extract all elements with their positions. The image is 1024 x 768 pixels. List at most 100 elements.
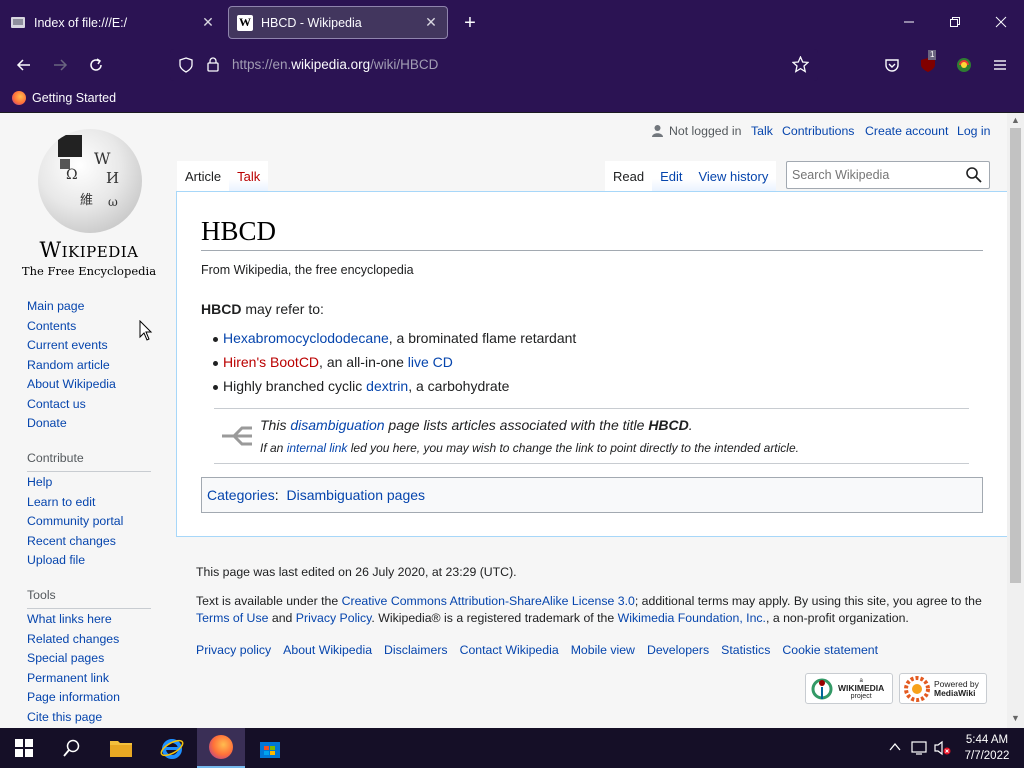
start-button[interactable] (0, 728, 48, 768)
search-icon[interactable] (965, 166, 983, 184)
tab-wikipedia[interactable]: W HBCD - Wikipedia ✕ (228, 6, 448, 39)
nav-permanent-link[interactable]: Permanent link (27, 669, 120, 689)
disambiguation-pages-link[interactable]: Disambiguation pages (286, 487, 425, 503)
minimize-icon[interactable] (894, 8, 924, 36)
footer-about[interactable]: About Wikipedia (283, 643, 372, 657)
disambiguation-list: Hexabromocyclododecane, a brominated fla… (213, 326, 576, 398)
disambiguation-text: This disambiguation page lists articles … (260, 417, 693, 433)
page-scrollbar[interactable]: ▲ ▼ (1007, 113, 1024, 728)
store-taskbar-button[interactable] (246, 728, 294, 768)
nav-recent-changes[interactable]: Recent changes (27, 532, 123, 552)
nav-help[interactable]: Help (27, 473, 123, 493)
url-bar[interactable]: https://en.wikipedia.org/wiki/HBCD (170, 49, 818, 81)
lead-paragraph: HBCD may refer to: (201, 301, 324, 317)
nav-contact-us[interactable]: Contact us (27, 395, 116, 415)
terms-of-use-link[interactable]: Terms of Use (196, 611, 268, 625)
ublock-extension-icon[interactable]: 1 (916, 50, 940, 77)
wikimedia-project-badge[interactable]: a WIKIMEDIA project (805, 673, 893, 704)
scroll-down-icon[interactable]: ▼ (1010, 713, 1021, 725)
footer-mobile-view[interactable]: Mobile view (571, 643, 635, 657)
clock-date: 7/7/2022 (964, 750, 1010, 762)
tab-file-index[interactable]: Index of file:///E:/ ✕ (2, 6, 224, 39)
search-box (786, 161, 990, 189)
restore-icon[interactable] (940, 8, 970, 36)
nav-community-portal[interactable]: Community portal (27, 512, 123, 532)
nav-random-article[interactable]: Random article (27, 356, 116, 376)
url-text[interactable]: https://en.wikipedia.org/wiki/HBCD (232, 57, 438, 72)
nav-upload-file[interactable]: Upload file (27, 551, 123, 571)
pocket-icon[interactable] (880, 53, 904, 77)
nav-main-page[interactable]: Main page (27, 297, 116, 317)
nav-learn-to-edit[interactable]: Learn to edit (27, 493, 123, 513)
footer-contact[interactable]: Contact Wikipedia (460, 643, 559, 657)
firefox-taskbar-button[interactable] (197, 728, 245, 768)
file-explorer-button[interactable] (97, 728, 145, 768)
back-icon[interactable] (12, 53, 36, 77)
tab-article[interactable]: Article (177, 161, 230, 191)
forward-icon[interactable] (48, 53, 72, 77)
scroll-up-icon[interactable]: ▲ (1010, 115, 1021, 127)
new-tab-icon[interactable]: + (458, 11, 482, 35)
shield-icon[interactable] (178, 57, 194, 78)
reload-icon[interactable] (84, 53, 108, 77)
close-tab-icon[interactable]: ✕ (419, 11, 443, 35)
create-account-link[interactable]: Create account (865, 124, 948, 138)
network-icon[interactable] (910, 740, 928, 759)
footer-developers[interactable]: Developers (647, 643, 709, 657)
tab-view-history[interactable]: View history (690, 161, 777, 191)
internet-explorer-icon (160, 739, 184, 759)
close-tab-icon[interactable]: ✕ (196, 11, 220, 35)
hexabromocyclododecane-link[interactable]: Hexabromocyclododecane (223, 330, 389, 346)
wikimedia-foundation-link[interactable]: Wikimedia Foundation, Inc. (618, 611, 766, 625)
nav-what-links-here[interactable]: What links here (27, 610, 120, 630)
lock-icon[interactable] (206, 56, 220, 77)
nav-about-wikipedia[interactable]: About Wikipedia (27, 375, 116, 395)
tab-talk[interactable]: Talk (229, 161, 269, 191)
system-clock[interactable]: 5:44 AM 7/7/2022 (958, 732, 1016, 764)
nav-related-changes[interactable]: Related changes (27, 630, 120, 650)
bookmark-star-icon[interactable] (791, 55, 810, 78)
nav-cite-this-page[interactable]: Cite this page (27, 708, 120, 728)
dextrin-link[interactable]: dextrin (366, 378, 408, 394)
talk-link[interactable]: Talk (751, 124, 773, 138)
footer-cookie-statement[interactable]: Cookie statement (782, 643, 878, 657)
categories-link[interactable]: Categories (207, 487, 275, 503)
license-link[interactable]: Creative Commons Attribution-ShareAlike … (342, 594, 635, 608)
wikimedia-logo-icon (811, 678, 833, 699)
nav-current-events[interactable]: Current events (27, 336, 116, 356)
search-input[interactable] (792, 167, 962, 183)
bookmark-getting-started[interactable]: Getting Started (12, 91, 116, 105)
extension-badge: 1 (928, 50, 937, 60)
internal-link[interactable]: internal link (287, 441, 348, 455)
footer-statistics[interactable]: Statistics (721, 643, 770, 657)
volume-muted-icon[interactable] (934, 740, 952, 759)
show-hidden-icons[interactable] (888, 740, 902, 757)
footer-disclaimers[interactable]: Disclaimers (384, 643, 448, 657)
file-icon (10, 15, 26, 31)
close-window-icon[interactable] (986, 8, 1016, 36)
main-navigation: Main page Contents Current events Random… (27, 297, 116, 434)
menu-icon[interactable] (988, 53, 1012, 77)
nav-special-pages[interactable]: Special pages (27, 649, 120, 669)
hirens-bootcd-link[interactable]: Hiren's BootCD (223, 354, 319, 370)
login-link[interactable]: Log in (957, 124, 991, 138)
not-logged-in-label: Not logged in (669, 124, 742, 138)
privacy-policy-link[interactable]: Privacy Policy (296, 611, 372, 625)
tab-title: HBCD - Wikipedia (261, 15, 362, 30)
tab-edit[interactable]: Edit (652, 161, 691, 191)
live-cd-link[interactable]: live CD (408, 354, 453, 370)
contribute-navigation: Help Learn to edit Community portal Rece… (27, 473, 123, 571)
powered-by-mediawiki-badge[interactable]: Powered by MediaWiki (899, 673, 987, 704)
nav-donate[interactable]: Donate (27, 414, 116, 434)
wikipedia-logo[interactable]: Ω W И 維 ω Wikipedia The Free Encyclopedi… (14, 125, 164, 278)
scroll-thumb[interactable] (1010, 128, 1021, 583)
footer-privacy-policy[interactable]: Privacy policy (196, 643, 271, 657)
search-taskbar-button[interactable] (48, 728, 96, 768)
disambiguation-link[interactable]: disambiguation (290, 417, 384, 433)
tab-read[interactable]: Read (605, 161, 653, 191)
contributions-link[interactable]: Contributions (782, 124, 854, 138)
nav-contents[interactable]: Contents (27, 317, 116, 337)
extension-icon[interactable] (952, 53, 976, 77)
internet-explorer-button[interactable] (148, 728, 196, 768)
nav-page-information[interactable]: Page information (27, 688, 120, 708)
